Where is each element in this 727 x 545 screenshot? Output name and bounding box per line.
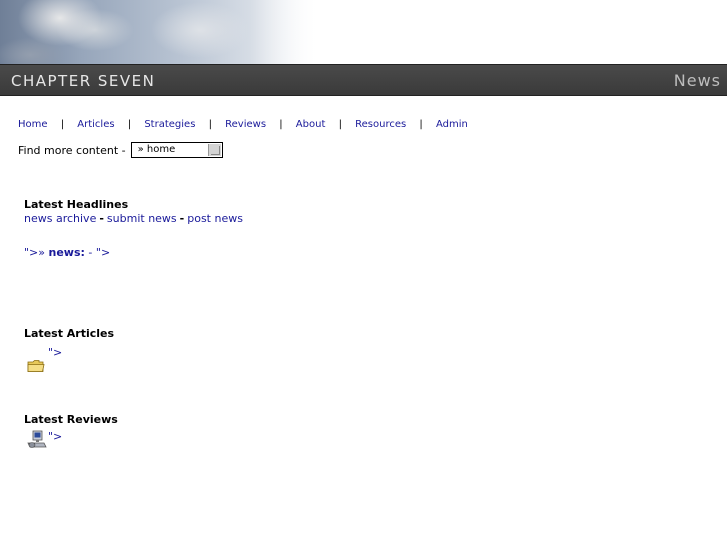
nav-strategies-link[interactable]: Strategies bbox=[144, 119, 195, 130]
nav-home-link[interactable]: Home bbox=[18, 119, 48, 130]
dropdown-arrow-icon[interactable] bbox=[207, 144, 221, 156]
link-separator: - bbox=[99, 212, 104, 225]
latest-articles-title: Latest Articles bbox=[24, 327, 115, 340]
nav-reviews-link[interactable]: Reviews bbox=[225, 119, 266, 130]
latest-reviews-title: Latest Reviews bbox=[24, 413, 118, 426]
submit-news-link[interactable]: submit news bbox=[107, 212, 177, 225]
news-item-prefix: ">» bbox=[24, 246, 49, 259]
latest-reviews: Latest Reviews bbox=[24, 413, 118, 426]
content-select[interactable]: » home bbox=[130, 142, 223, 158]
latest-articles: Latest Articles bbox=[24, 327, 114, 340]
post-news-link[interactable]: post news bbox=[187, 212, 243, 225]
headline-links: news archive - submit news - post news bbox=[24, 212, 243, 225]
find-more-content: Find more content - » home bbox=[18, 142, 223, 158]
computer-icon bbox=[27, 430, 47, 448]
nav-admin-link[interactable]: Admin bbox=[436, 119, 468, 130]
nav-separator: | bbox=[208, 119, 212, 130]
section-title: News bbox=[673, 71, 721, 90]
nav-separator: | bbox=[127, 119, 132, 130]
nav-separator: | bbox=[279, 119, 283, 130]
latest-headlines-title: Latest Headlines bbox=[24, 198, 129, 211]
news-archive-link[interactable]: news archive bbox=[24, 212, 96, 225]
review-item-text[interactable]: "> bbox=[48, 430, 62, 443]
news-item[interactable]: ">» news: - "> bbox=[24, 246, 110, 259]
nav-separator: | bbox=[419, 119, 423, 130]
find-more-label: Find more content - bbox=[18, 143, 126, 157]
nav-articles-link[interactable]: Articles bbox=[77, 119, 114, 130]
banner-fade bbox=[250, 0, 340, 64]
nav-separator: | bbox=[338, 119, 342, 130]
nav-separator: | bbox=[60, 119, 65, 130]
title-bar: CHAPTER SEVEN News bbox=[0, 64, 727, 96]
article-item-text[interactable]: "> bbox=[48, 346, 62, 359]
news-item-rest: - "> bbox=[84, 246, 111, 259]
latest-headlines: Latest Headlines news archive - submit new… bbox=[24, 198, 243, 225]
content-select-value: » home bbox=[137, 144, 176, 155]
nav-about-link[interactable]: About bbox=[296, 119, 326, 130]
news-item-label: news: bbox=[48, 246, 85, 259]
main-nav: Home | Articles | Strategies | Reviews |… bbox=[18, 119, 468, 130]
site-title: CHAPTER SEVEN bbox=[11, 72, 156, 90]
nav-resources-link[interactable]: Resources bbox=[355, 119, 406, 130]
link-separator: - bbox=[179, 212, 185, 225]
folder-icon bbox=[27, 360, 45, 372]
